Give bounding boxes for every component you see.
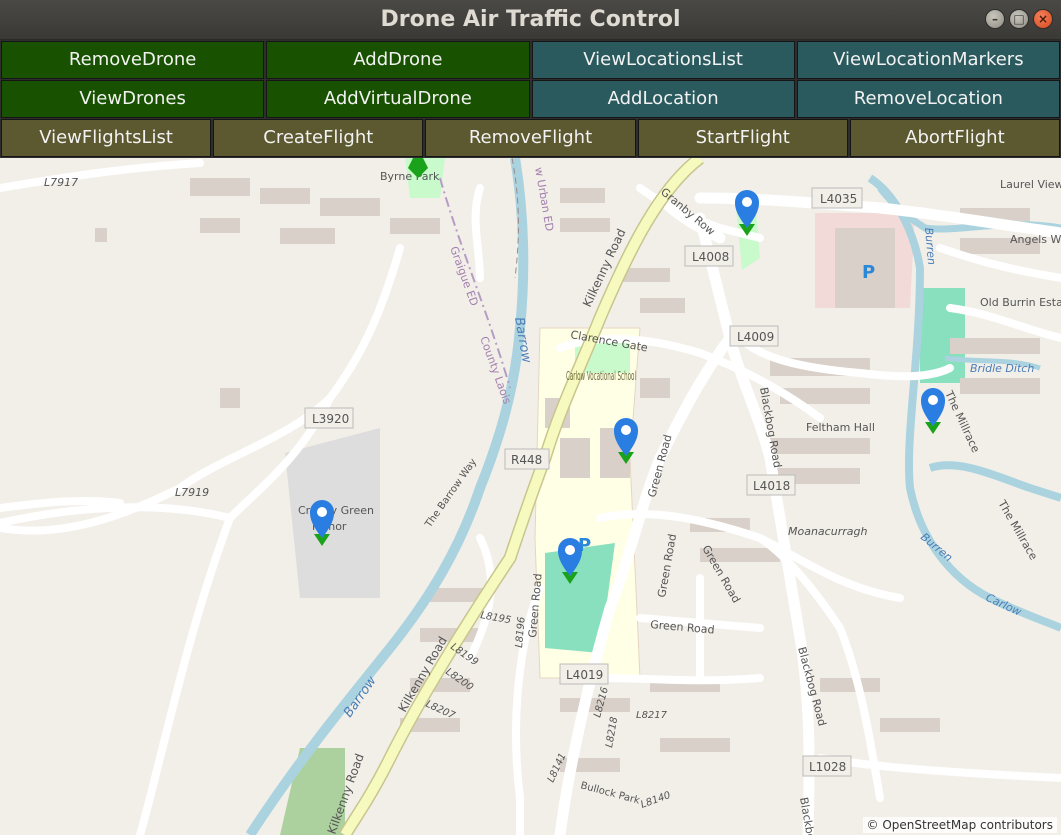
remove-flight-button[interactable]: RemoveFlight bbox=[425, 119, 636, 157]
window-titlebar[interactable]: Drone Air Traffic Control – □ × bbox=[0, 0, 1061, 40]
road-label: R448 bbox=[511, 453, 542, 467]
road-label: L7917 bbox=[44, 176, 78, 189]
toolbar-row-1: RemoveDrone AddDrone ViewLocationsList V… bbox=[0, 40, 1061, 80]
create-flight-button[interactable]: CreateFlight bbox=[213, 119, 424, 157]
water-label: Carlow bbox=[984, 591, 1024, 619]
map-attribution[interactable]: © OpenStreetMap contributors bbox=[862, 817, 1057, 833]
road-label: L4035 bbox=[820, 192, 857, 206]
road-label: L4019 bbox=[566, 668, 603, 682]
region-label: County Laois bbox=[477, 335, 514, 406]
place-label: Carlow Vocational School bbox=[566, 369, 636, 383]
road-label: L4009 bbox=[737, 330, 774, 344]
view-locations-list-button[interactable]: ViewLocationsList bbox=[531, 41, 795, 79]
toolbar-row-2: ViewDrones AddVirtualDrone AddLocation R… bbox=[0, 79, 1061, 119]
road-label: L1028 bbox=[809, 760, 846, 774]
toolbar-row-3: ViewFlightsList CreateFlight RemoveFligh… bbox=[0, 118, 1061, 158]
road-label: L7919 bbox=[175, 486, 209, 499]
road-label: L8140 bbox=[639, 790, 672, 811]
map-view[interactable]: L7917 L4035 Laurel View Granby Row L4008… bbox=[0, 158, 1061, 835]
road-label: L4008 bbox=[692, 250, 729, 264]
secondary-roads bbox=[554, 192, 1061, 835]
road-label: Bullock Park bbox=[579, 780, 641, 806]
road-label: Laurel View bbox=[1000, 178, 1061, 191]
view-location-markers-button[interactable]: ViewLocationMarkers bbox=[796, 41, 1060, 79]
parking-icon: P bbox=[862, 262, 875, 283]
water-label: Burren bbox=[922, 227, 938, 265]
view-flights-list-button[interactable]: ViewFlightsList bbox=[1, 119, 212, 157]
road-label: Green Road bbox=[645, 433, 674, 499]
place-label: Croppy Green bbox=[298, 504, 374, 517]
add-virtual-drone-button[interactable]: AddVirtualDrone bbox=[266, 80, 530, 118]
maximize-icon[interactable]: □ bbox=[1009, 9, 1029, 29]
road-label: The Millrace bbox=[942, 388, 982, 455]
place-label: Byrne Park bbox=[380, 170, 440, 183]
road-label: L8217 bbox=[636, 710, 668, 721]
water-label: Bridle Ditch bbox=[970, 362, 1034, 375]
place-label: Old Burrin Estate bbox=[980, 296, 1061, 309]
marker-millrace[interactable] bbox=[921, 388, 945, 434]
minimize-icon[interactable]: – bbox=[985, 9, 1005, 29]
road-label: Angels Way bbox=[1010, 233, 1061, 246]
road-label: Blackbog bbox=[797, 796, 819, 835]
add-location-button[interactable]: AddLocation bbox=[531, 80, 795, 118]
start-flight-button[interactable]: StartFlight bbox=[637, 119, 848, 157]
add-drone-button[interactable]: AddDrone bbox=[266, 41, 530, 79]
region-label: w Urban ED bbox=[532, 166, 556, 232]
road-label: L8218 bbox=[604, 716, 620, 748]
place-label: Moanacurragh bbox=[788, 525, 867, 538]
river-burren-branch bbox=[928, 461, 1061, 502]
water-label: Burren bbox=[918, 530, 955, 564]
window-controls: – □ × bbox=[985, 9, 1053, 29]
remove-location-button[interactable]: RemoveLocation bbox=[796, 80, 1060, 118]
road-label: Feltham Hall bbox=[806, 421, 875, 434]
map-canvas[interactable]: L7917 L4035 Laurel View Granby Row L4008… bbox=[0, 158, 1061, 835]
road-label: L4018 bbox=[753, 479, 790, 493]
road-label: The Millrace bbox=[995, 497, 1040, 562]
view-drones-button[interactable]: ViewDrones bbox=[1, 80, 265, 118]
remove-drone-button[interactable]: RemoveDrone bbox=[1, 41, 265, 79]
abort-flight-button[interactable]: AbortFlight bbox=[849, 119, 1061, 157]
road-label: Green Road bbox=[655, 533, 679, 599]
road-label: L3920 bbox=[312, 412, 349, 426]
close-icon[interactable]: × bbox=[1033, 9, 1053, 29]
window-title: Drone Air Traffic Control bbox=[380, 7, 681, 32]
